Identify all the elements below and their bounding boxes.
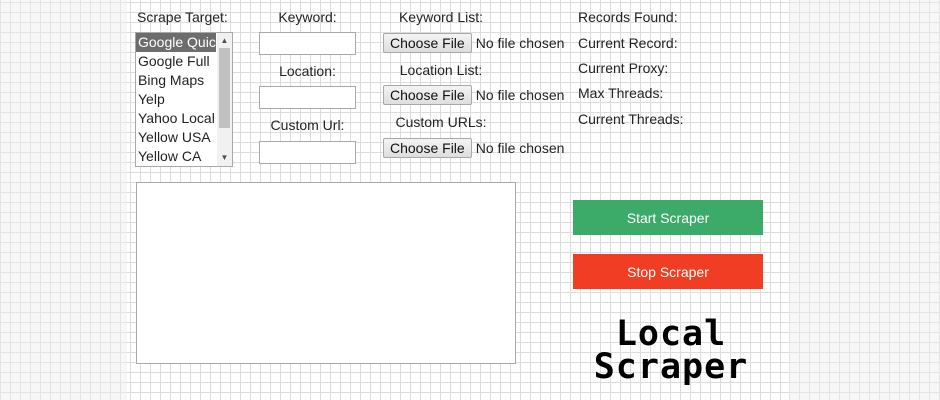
stop-scraper-button[interactable]: Stop Scraper: [573, 254, 763, 289]
target-option-yahoo-local[interactable]: Yahoo Local: [136, 109, 216, 128]
location-list-label: Location List:: [399, 62, 483, 78]
target-option-yelp[interactable]: Yelp: [136, 90, 216, 109]
scrape-target-list[interactable]: Google Quick Google Full Bing Maps Yelp …: [135, 32, 233, 167]
scroll-down-arrow-icon[interactable]: ▼: [217, 151, 232, 165]
keyword-list-file-status: No file chosen: [475, 35, 565, 51]
scrape-target-label: Scrape Target:: [137, 9, 228, 25]
output-textarea[interactable]: [136, 182, 516, 364]
keyword-input[interactable]: [259, 32, 356, 55]
logo-line-2: Scraper: [593, 347, 749, 387]
location-input[interactable]: [259, 86, 356, 109]
keyword-list-file-input: Choose File No file chosen: [383, 33, 564, 53]
custom-urls-label: Custom URLs:: [395, 114, 487, 130]
keyword-label: Keyword:: [278, 9, 337, 25]
current-proxy-label: Current Proxy:: [578, 60, 669, 76]
background-grid-right: [789, 0, 940, 400]
target-option-bing-maps[interactable]: Bing Maps: [136, 71, 216, 90]
background-grid-left: [0, 0, 127, 400]
keyword-list-choose-file-button[interactable]: Choose File: [383, 33, 472, 53]
target-option-google-quick[interactable]: Google Quick: [136, 33, 216, 52]
current-record-label: Current Record:: [578, 35, 678, 51]
target-list-scrollbar[interactable]: ▲ ▼: [217, 33, 232, 166]
scrape-target-options: Google Quick Google Full Bing Maps Yelp …: [136, 33, 216, 166]
location-label: Location:: [279, 63, 336, 79]
current-threads-label: Current Threads:: [578, 111, 684, 127]
target-option-yellow-usa[interactable]: Yellow USA: [136, 128, 216, 147]
start-scraper-button[interactable]: Start Scraper: [573, 200, 763, 235]
scroll-up-arrow-icon[interactable]: ▲: [217, 34, 232, 48]
max-threads-label: Max Threads:: [578, 85, 664, 101]
location-list-file-input: Choose File No file chosen: [383, 85, 564, 105]
custom-urls-file-status: No file chosen: [475, 140, 565, 156]
location-list-choose-file-button[interactable]: Choose File: [383, 85, 472, 105]
records-found-label: Records Found:: [578, 9, 678, 25]
location-list-file-status: No file chosen: [475, 87, 565, 103]
custom-url-label: Custom Url:: [270, 117, 345, 133]
target-option-yellow-ca[interactable]: Yellow CA: [136, 147, 216, 166]
scroll-thumb[interactable]: [219, 48, 230, 128]
custom-url-input[interactable]: [259, 141, 356, 164]
keyword-list-label: Keyword List:: [398, 9, 484, 25]
custom-urls-choose-file-button[interactable]: Choose File: [383, 138, 472, 158]
custom-urls-file-input: Choose File No file chosen: [383, 138, 564, 158]
target-option-google-full[interactable]: Google Full: [136, 52, 216, 71]
local-scraper-logo: Local Scraper: [576, 317, 766, 387]
